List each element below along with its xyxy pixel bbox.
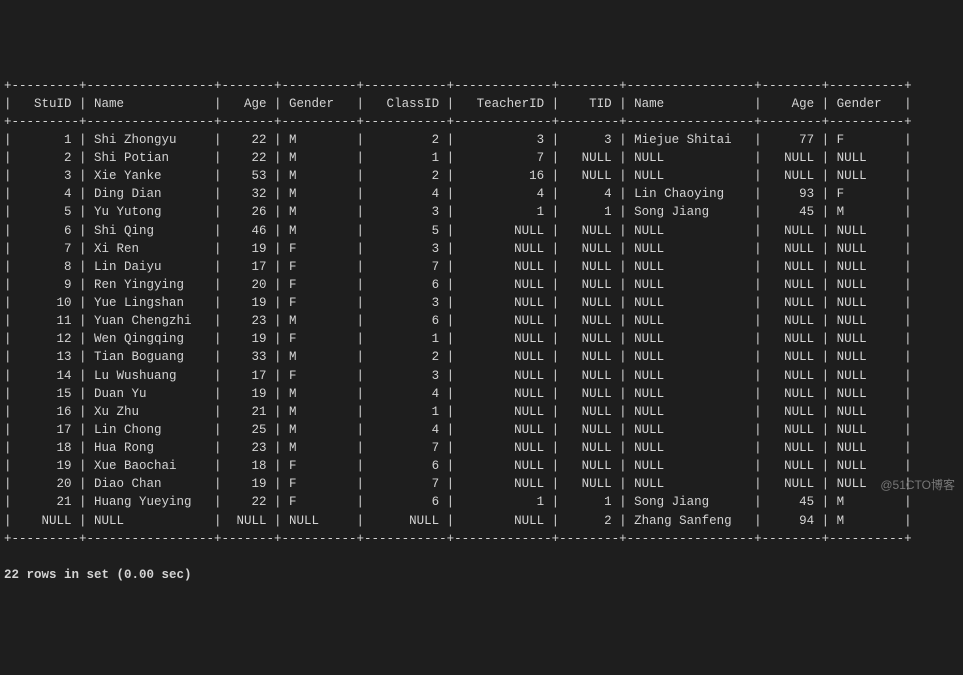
watermark: @51CTO博客: [880, 477, 955, 494]
result-footer: 22 rows in set (0.00 sec): [4, 568, 192, 582]
sql-result-output: +---------+-----------------+-------+---…: [4, 77, 959, 548]
